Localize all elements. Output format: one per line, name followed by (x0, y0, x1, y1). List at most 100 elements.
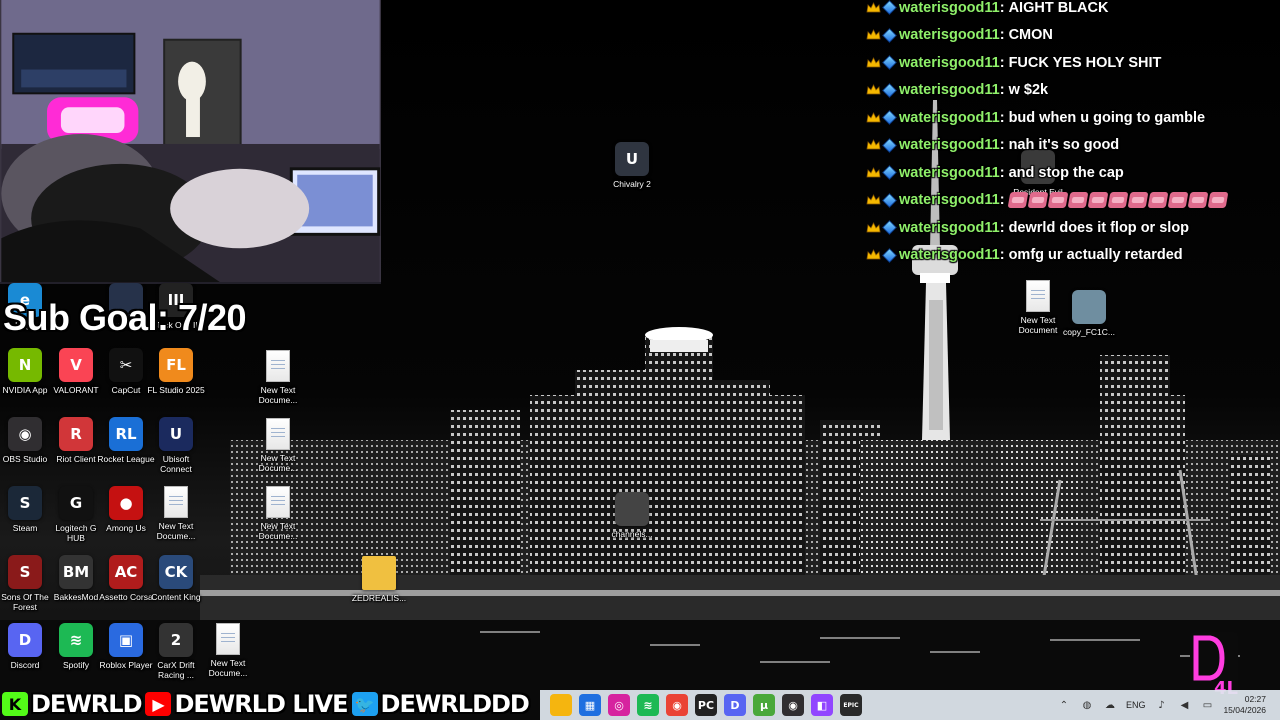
discord-icon: D (8, 623, 42, 657)
assetto-corsa-icon: AC (109, 555, 143, 589)
crown-badge-icon (866, 249, 881, 260)
crown-badge-icon (866, 29, 881, 40)
emote-icon (1107, 192, 1128, 209)
chat-separator: : (999, 109, 1005, 126)
desktop-icon-label: copy_FC1C... (1063, 327, 1115, 337)
chat-separator: : (999, 82, 1005, 99)
system-tray: ⌃ ◍ ☁ ENG ♪ ◀ ▭ 02:27 15/04/2026 (1057, 690, 1280, 720)
social-handle-youtube: ▶ DEWRLD LIVE (145, 690, 349, 718)
desktop-icon[interactable]: ZEDREALIS... (350, 556, 408, 603)
gem-badge-icon (882, 0, 897, 16)
sons-of-the-forest-icon: S (8, 555, 42, 589)
emote-icon (1087, 192, 1108, 209)
chat-username[interactable]: waterisgood11 (899, 220, 1000, 236)
desktop-icon[interactable]: U Ubisoft Connect (147, 417, 205, 474)
desktop-icon-label: New Text Docume... (156, 521, 196, 541)
twitch-icon[interactable]: ◧ (811, 694, 833, 716)
chevron-up-icon[interactable]: ⌃ (1057, 698, 1071, 712)
gem-badge-icon (882, 137, 897, 153)
webcam-feed (0, 0, 381, 284)
desktop-icon[interactable]: S Steam (0, 486, 54, 533)
obs-icon: ◉ (8, 417, 42, 451)
discord-icon[interactable]: D (724, 694, 746, 716)
emote-icon (1007, 192, 1028, 209)
microphone-icon[interactable]: ♪ (1154, 698, 1168, 712)
chat-text: bud when u going to gamble (1008, 109, 1206, 126)
instagram-icon[interactable]: ◎ (608, 694, 630, 716)
desktop-icon[interactable]: New Text Docume... (249, 418, 307, 473)
spotify-icon: ≋ (59, 623, 93, 657)
fl-studio-icon: FL (159, 348, 193, 382)
pc-app-icon[interactable]: PC (695, 694, 717, 716)
social-handle-kick: K DEWRLD (2, 690, 142, 718)
crown-badge-icon (866, 166, 881, 178)
chat-username[interactable]: waterisgood11 (899, 192, 1000, 208)
taskbar-clock[interactable]: 02:27 15/04/2026 (1223, 694, 1266, 716)
sub-goal-counter: Sub Goal: 7/20 (3, 297, 247, 338)
microsoft-store-icon[interactable]: ▦ (579, 694, 601, 716)
desktop-icon[interactable]: CK Content King (147, 555, 205, 602)
chrome-icon[interactable]: ◉ (666, 694, 688, 716)
crown-badge-icon (866, 111, 881, 123)
chat-username[interactable]: waterisgood11 (899, 27, 1000, 43)
desktop-icon[interactable]: FL FL Studio 2025 (147, 348, 205, 395)
clock-time: 02:27 (1244, 694, 1266, 704)
social-handles-bar: K DEWRLD ▶ DEWRLD LIVE 🐦 DEWRLDDD (0, 688, 530, 720)
spotify-icon[interactable]: ≋ (637, 694, 659, 716)
desktop-icon[interactable]: U Chivalry 2 (603, 142, 661, 189)
kick-icon: K (2, 692, 28, 716)
desktop-icon-label: New Text Docume... (208, 658, 248, 678)
desktop-icon-label: New Text Document (1018, 315, 1058, 335)
network-icon[interactable]: ◍ (1080, 698, 1094, 712)
desktop-icon[interactable]: 2 CarX Drift Racing ... (147, 623, 205, 680)
chat-text: omfg ur actually retarded (1008, 247, 1183, 264)
chat-text: and stop the cap (1008, 164, 1124, 181)
desktop-icon-label: ZEDREALIS... (351, 593, 407, 603)
cloud-icon[interactable]: ☁ (1103, 698, 1117, 712)
desktop-icon[interactable]: channels... (603, 492, 661, 539)
chat-separator: : (999, 219, 1005, 236)
folder-icon (362, 556, 396, 590)
chat-username[interactable]: waterisgood11 (899, 110, 1000, 126)
desktop-icon-label: New Text Docume... (258, 385, 298, 405)
stream-chat: waterisgood11: AIGHT BLACK waterisgood11: C… (866, 0, 1266, 269)
rocket-league-icon: RL (109, 417, 143, 451)
chat-username[interactable]: waterisgood11 (899, 55, 1000, 71)
chat-username[interactable]: waterisgood11 (899, 165, 1000, 181)
obs-icon[interactable]: ◉ (782, 694, 804, 716)
clock-date: 15/04/2026 (1223, 705, 1266, 715)
chat-text: AIGHT BLACK (1008, 0, 1109, 16)
chat-username[interactable]: waterisgood11 (899, 0, 1000, 16)
battery-icon[interactable]: ▭ (1200, 698, 1214, 712)
chat-text: FUCK YES HOLY SHIT (1008, 54, 1162, 71)
desktop-icon[interactable]: N NVIDIA App (0, 348, 54, 395)
desktop-icon[interactable]: New Text Docume... (249, 486, 307, 541)
speaker-icon[interactable]: ◀ (1177, 698, 1191, 712)
chat-message: waterisgood11: nah it's so good (866, 132, 1266, 160)
text-document-icon (266, 350, 290, 382)
epic-games-icon[interactable]: EPIC (840, 694, 862, 716)
desktop-icon-label: NVIDIA App (2, 385, 48, 395)
desktop-icon[interactable]: New Text Docume... (199, 623, 257, 678)
utorrent-icon[interactable]: μ (753, 694, 775, 716)
chat-username[interactable]: waterisgood11 (899, 247, 1000, 263)
gem-badge-icon (882, 27, 897, 43)
desktop-icon[interactable]: New Text Docume... (249, 350, 307, 405)
desktop-icon[interactable]: copy_FC1C... (1060, 290, 1118, 337)
desktop-icon[interactable]: D Discord (0, 623, 54, 670)
emote-icon (1047, 192, 1068, 209)
desktop-icon[interactable]: S Sons Of The Forest (0, 555, 54, 612)
chat-username[interactable]: waterisgood11 (899, 82, 1000, 98)
emote-row (1007, 192, 1228, 209)
youtube-icon: ▶ (145, 692, 172, 716)
desktop-icon[interactable]: New Text Document (1009, 280, 1067, 335)
gem-badge-icon (882, 165, 897, 181)
chat-message: waterisgood11: bud when u going to gamble (866, 104, 1266, 132)
chat-username[interactable]: waterisgood11 (899, 137, 1000, 153)
windows-taskbar: ▦ ◎ ≋ ◉ PC Dμ ◉ ◧ EPIC ⌃ ◍ ☁ ENG ♪ ◀ ▭ 02:27 15/… (540, 690, 1280, 720)
desktop-icon[interactable]: New Text Docume... (147, 486, 205, 541)
gem-badge-icon (882, 55, 897, 71)
language-indicator[interactable]: ENG (1126, 700, 1146, 710)
desktop-icon[interactable]: ◉ OBS Studio (0, 417, 54, 464)
file-explorer-icon[interactable] (550, 694, 572, 716)
